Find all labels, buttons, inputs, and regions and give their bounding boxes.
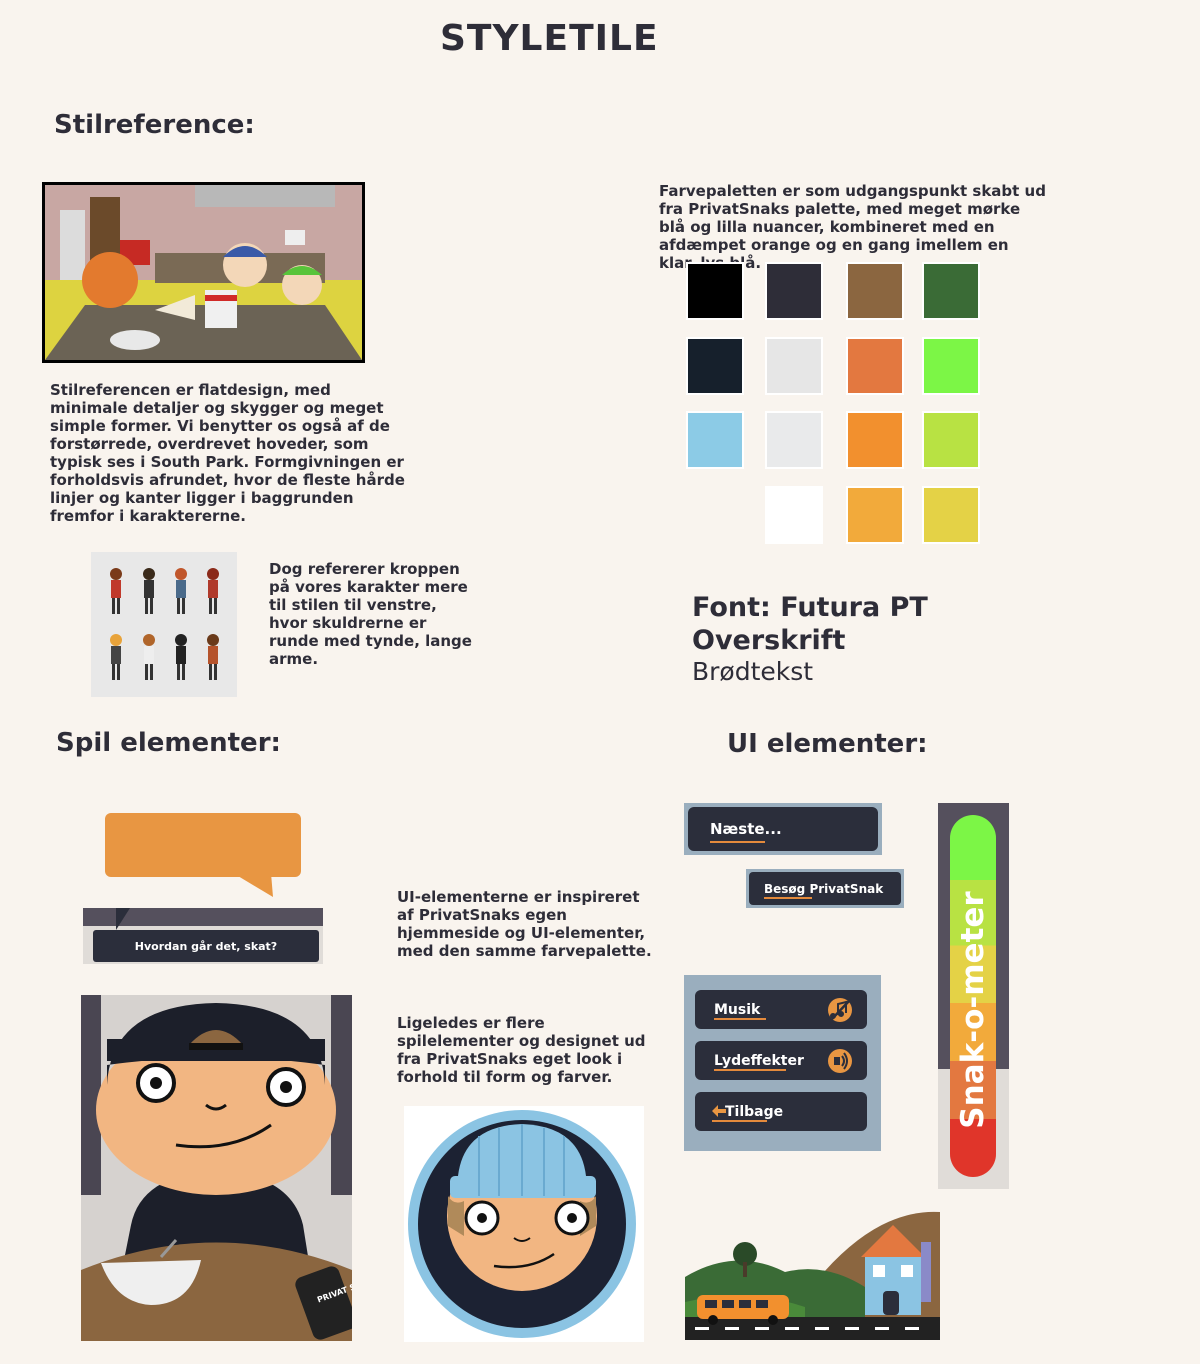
- visit-button-label: Besøg PrivatSnak: [764, 881, 884, 896]
- swatch-dark-green: [922, 262, 980, 320]
- dialog-text: Hvordan går det, skat?: [93, 930, 319, 962]
- stilreference-heading: Stilreference:: [54, 110, 255, 140]
- style-reference-image: [42, 182, 365, 363]
- swatch-bright-green: [922, 337, 980, 395]
- spil-elementer-heading: Spil elementer:: [56, 728, 281, 758]
- swatch-lime: [922, 411, 980, 469]
- speech-bubble-icon: [105, 813, 301, 897]
- swatch-dark-purple: [765, 262, 823, 320]
- next-button-frame: Næste...: [684, 803, 882, 855]
- meter-label: Snak-o-meter: [955, 891, 991, 1129]
- dialog-box: Hvordan går det, skat?: [83, 908, 323, 964]
- character-illustration: PRIVAT SNAK: [81, 995, 352, 1341]
- settings-panel: Musik Lydeffekter Tilbage: [684, 975, 881, 1151]
- swatch-black: [686, 262, 744, 320]
- swatch-amber: [846, 486, 904, 544]
- style-description: Stilreferencen er flatdesign, med minima…: [50, 381, 405, 525]
- back-button-label: Tilbage: [725, 1103, 784, 1120]
- swatch-navy: [686, 337, 744, 395]
- sound-effects-button[interactable]: Lydeffekter: [695, 1041, 867, 1080]
- next-button[interactable]: Næste...: [688, 807, 878, 851]
- next-button-label: Næste...: [710, 820, 782, 838]
- font-heading-sample: Overskrift: [692, 625, 846, 656]
- character-reference-image: [91, 552, 237, 697]
- font-body-sample: Brødtekst: [692, 657, 814, 686]
- snak-o-meter: Snak-o-meter: [938, 803, 1009, 1189]
- swatch-brown: [846, 262, 904, 320]
- avatar-illustration: [404, 1106, 644, 1342]
- landscape-illustration: [685, 1207, 940, 1340]
- visit-button-frame: Besøg PrivatSnak: [746, 869, 904, 908]
- visit-privatsnak-button[interactable]: Besøg PrivatSnak: [749, 872, 901, 905]
- arrow-left-icon: [712, 1105, 726, 1117]
- music-button[interactable]: Musik: [695, 990, 867, 1029]
- music-off-icon: [828, 998, 852, 1022]
- palette-description: Farvepaletten er som udgangspunkt skabt …: [659, 182, 1046, 272]
- back-button[interactable]: Tilbage: [695, 1092, 867, 1131]
- music-button-label: Musik: [714, 1001, 761, 1018]
- font-name: Font: Futura PT: [692, 592, 928, 623]
- swatch-light-blue: [686, 411, 744, 469]
- page-title: STYLETILE: [440, 18, 659, 59]
- swatch-white: [765, 486, 823, 544]
- swatch-light-gray: [765, 337, 823, 395]
- swatch-orange: [846, 411, 904, 469]
- ui-inspiration-text: UI-elementerne er inspireret af PrivatSn…: [397, 888, 652, 960]
- ui-elementer-heading: UI elementer:: [727, 729, 928, 759]
- body-reference-text: Dog refererer kroppen på vores karakter …: [269, 560, 472, 668]
- sound-on-icon: [828, 1049, 852, 1073]
- swatch-burnt-orange: [846, 337, 904, 395]
- swatch-yellow: [922, 486, 980, 544]
- game-elements-text: Ligeledes er flere spilelementer og desi…: [397, 1014, 646, 1086]
- sfx-button-label: Lydeffekter: [714, 1052, 804, 1069]
- swatch-pale-gray: [765, 411, 823, 469]
